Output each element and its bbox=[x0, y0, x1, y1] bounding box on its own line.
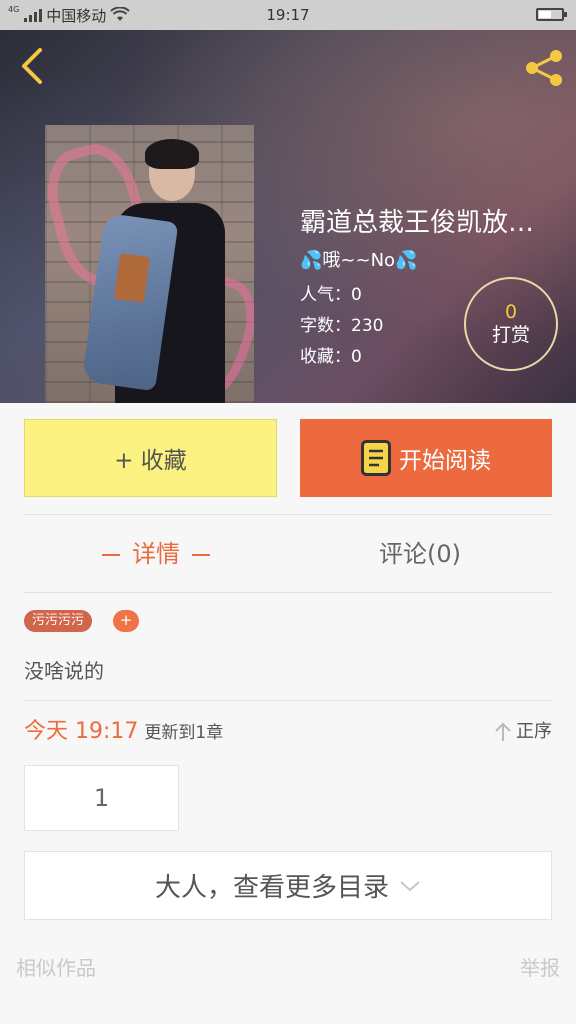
add-favorite-button[interactable]: + 收藏 bbox=[24, 419, 277, 497]
divider bbox=[24, 514, 552, 515]
book-cover-image[interactable] bbox=[45, 125, 254, 403]
back-icon[interactable] bbox=[14, 46, 54, 86]
author-name[interactable]: 💦哦~~No💦 bbox=[300, 246, 417, 272]
tab-dash-right bbox=[192, 554, 210, 556]
status-bar: 4G 中国移动 19:17 bbox=[0, 0, 576, 30]
chapter-item[interactable]: 1 bbox=[24, 765, 179, 831]
tab-detail-label: 详情 bbox=[132, 540, 180, 568]
chevron-down-icon bbox=[400, 880, 420, 891]
word-count-stat: 字数：230 bbox=[300, 316, 384, 336]
update-info: 今天 19:17 更新到1章 bbox=[24, 715, 223, 749]
tab-comments-label: 评论(0) bbox=[379, 540, 461, 568]
update-text: 更新到1章 bbox=[144, 723, 224, 743]
start-reading-button[interactable]: 开始阅读 bbox=[300, 419, 552, 497]
arrow-up-icon bbox=[495, 722, 511, 741]
similar-works-link[interactable]: 相似作品 bbox=[16, 952, 96, 981]
status-time: 19:17 bbox=[266, 6, 310, 24]
tag-chip[interactable]: 污污污污 bbox=[24, 610, 93, 632]
tip-label: 打赏 bbox=[491, 324, 530, 346]
tab-comments[interactable]: 评论(0) bbox=[288, 532, 552, 576]
start-reading-label: 开始阅读 bbox=[399, 448, 491, 474]
divider bbox=[24, 592, 552, 593]
more-chapters-label: 大人，查看更多目录 bbox=[154, 873, 389, 903]
book-title: 霸道总裁王俊凯放… bbox=[300, 208, 535, 238]
share-icon[interactable] bbox=[522, 48, 566, 88]
book-description: 没啥说的 bbox=[24, 659, 104, 683]
add-favorite-label: + 收藏 bbox=[114, 448, 187, 474]
book-header: 霸道总裁王俊凯放… 💦哦~~No💦 人气：0 字数：230 收藏：0 0 打赏 bbox=[0, 30, 576, 403]
popularity-stat: 人气：0 bbox=[300, 285, 362, 305]
tip-count: 0 bbox=[504, 301, 518, 323]
tab-detail[interactable]: 详情 bbox=[24, 532, 288, 576]
divider bbox=[24, 700, 552, 701]
battery-icon bbox=[536, 8, 567, 21]
report-link[interactable]: 举报 bbox=[520, 952, 560, 981]
favorites-stat: 收藏：0 bbox=[300, 347, 362, 367]
book-icon bbox=[361, 440, 391, 476]
add-tag-button[interactable]: + bbox=[113, 610, 139, 632]
more-chapters-button[interactable]: 大人，查看更多目录 bbox=[24, 851, 552, 920]
sort-order-label: 正序 bbox=[516, 721, 552, 742]
sort-order-button[interactable]: 正序 bbox=[494, 715, 552, 749]
tip-button[interactable]: 0 打赏 bbox=[464, 277, 558, 371]
tab-dash-left bbox=[102, 554, 120, 556]
update-date: 今天 19:17 bbox=[24, 719, 139, 744]
